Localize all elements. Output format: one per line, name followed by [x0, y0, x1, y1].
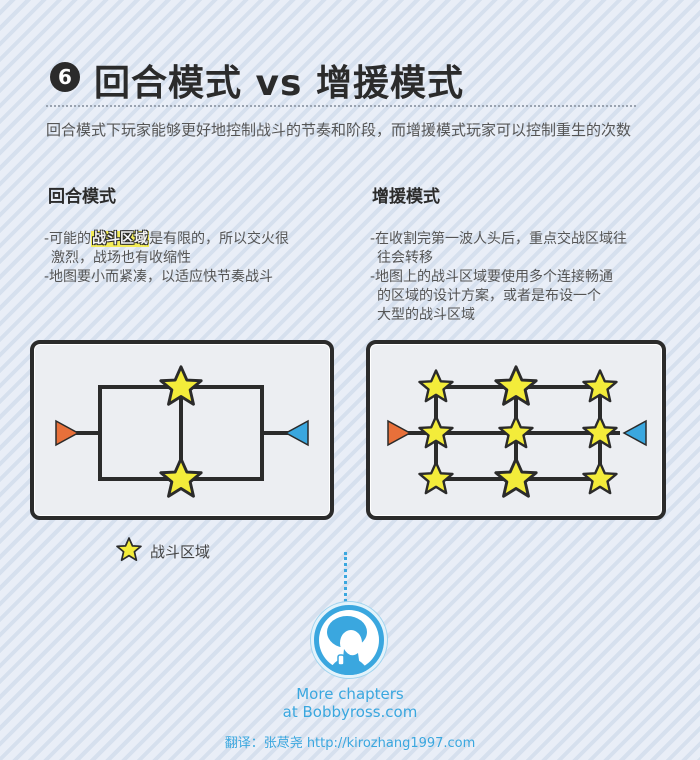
star-icon	[494, 457, 538, 498]
star-icon	[418, 461, 454, 495]
right-bullet-2-cont-2: 大型的战斗区域	[377, 307, 475, 323]
right-heading: 增援模式	[372, 187, 440, 207]
spawn-left-icon	[55, 419, 80, 447]
right-bullet-1-cont: 往会转移	[377, 250, 433, 266]
spawn-right-icon	[622, 419, 647, 447]
left-bullet-1-pre: -可能的	[44, 231, 92, 247]
star-icon	[159, 457, 203, 498]
round-mode-map-panel	[30, 340, 334, 520]
left-bullets: -可能的战斗区域是有限的，所以交火很 激烈，战场也有收缩性 -地图要小而紧凑，以…	[44, 230, 344, 287]
translator-credit: 翻译：张荩尧 http://kirozhang1997.com	[224, 736, 476, 751]
right-bullet-2-cont-1: 的区域的设计方案，或者是布设一个	[377, 288, 601, 304]
left-bullet-1-post: 是有限的，所以交火很	[149, 231, 290, 247]
section-number-badge: 6	[50, 62, 80, 92]
more-chapters-link[interactable]: More chapters at Bobbyross.com	[250, 685, 450, 721]
intro-text: 回合模式下玩家能够更好地控制战斗的节奏和阶段，而增援模式玩家可以控制重生的次数	[46, 121, 632, 139]
right-bullet-2: -地图上的战斗区域要使用多个连接畅通	[370, 269, 614, 285]
page-title: 回合模式 vs 增援模式	[94, 63, 464, 104]
reinforcement-mode-map-panel	[366, 340, 666, 520]
left-bullet-1-cont: 激烈，战场也有收缩性	[51, 250, 191, 266]
dotted-connector	[344, 552, 347, 602]
reinforcement-mode-map-diagram	[387, 365, 647, 498]
highlight-combat-zone: 战斗区域	[91, 231, 150, 247]
legend-star-icon	[116, 537, 142, 562]
right-bullet-1: -在收割完第一波人头后，重点交战区域往	[370, 231, 628, 247]
star-icon	[582, 461, 618, 495]
author-avatar[interactable]	[311, 602, 387, 678]
spawn-left-icon	[387, 419, 412, 447]
left-heading: 回合模式	[48, 187, 116, 207]
more-chapters-line-2: at Bobbyross.com	[282, 703, 418, 721]
avatar-portrait-icon	[319, 610, 379, 675]
round-mode-map-diagram	[55, 365, 309, 498]
spawn-right-icon	[284, 419, 309, 447]
title-divider	[46, 105, 636, 107]
more-chapters-line-1: More chapters	[296, 685, 404, 703]
legend-label: 战斗区域	[150, 543, 211, 561]
right-bullets: -在收割完第一波人头后，重点交战区域往 往会转移 -地图上的战斗区域要使用多个连…	[370, 230, 670, 325]
left-bullet-2: -地图要小而紧凑，以适应快节奏战斗	[44, 269, 274, 285]
left-bullet-1: -可能的战斗区域是有限的，所以交火很	[44, 230, 344, 249]
